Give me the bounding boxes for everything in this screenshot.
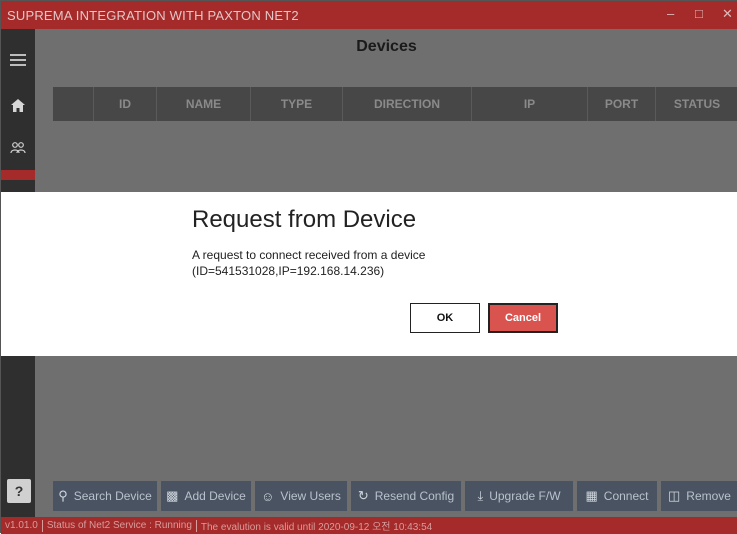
dialog-title: Request from Device [192,206,417,233]
maximize-button[interactable]: □ [695,6,703,21]
upgrade-firmware-button[interactable]: ⤓ Upgrade F/W [465,481,573,511]
page-title: Devices [356,38,417,55]
remove-label: Remove [686,489,731,503]
column-direction[interactable]: DIRECTION [343,87,472,121]
close-button[interactable]: ✕ [722,6,733,22]
menu-icon[interactable] [1,45,35,75]
status-bar: v1.01.0 Status of Net2 Service : Running… [1,517,737,534]
cancel-button[interactable]: Cancel [488,303,558,333]
resend-config-label: Resend Config [374,489,455,503]
device-table-header: ID NAME TYPE DIRECTION IP PORT STATUS [53,87,737,121]
connect-label: Connect [603,489,649,503]
view-users-label: View Users [280,489,341,503]
column-ip[interactable]: IP [472,87,588,121]
dialog-message: A request to connect received from a dev… [192,248,426,262]
service-status-text: Status of Net2 Service : Running [46,520,192,531]
window-title: SUPREMA INTEGRATION WITH PAXTON NET2 [7,8,299,23]
connect-button[interactable]: ▦ Connect [577,481,657,511]
view-users-button[interactable]: ☺ View Users [255,481,347,511]
page-header: Devices [35,29,737,67]
request-dialog: Request from Device A request to connect… [1,192,737,356]
add-device-button[interactable]: ▩ Add Device [161,481,251,511]
sidebar-accent [1,170,35,180]
help-button[interactable]: ? [7,479,31,503]
column-select[interactable] [53,87,94,121]
column-type[interactable]: TYPE [251,87,343,121]
resend-config-button[interactable]: ↻ Resend Config [351,481,461,511]
title-bar: SUPREMA INTEGRATION WITH PAXTON NET2 – □… [1,1,737,29]
ok-button[interactable]: OK [410,303,480,333]
minimize-button[interactable]: – [667,6,674,21]
dialog-device-info: (ID=541531028,IP=192.168.14.236) [192,264,385,278]
app-window: SUPREMA INTEGRATION WITH PAXTON NET2 – □… [0,0,737,534]
column-name[interactable]: NAME [157,87,251,121]
upgrade-firmware-label: Upgrade F/W [489,489,561,503]
search-device-label: Search Device [73,489,152,503]
download-icon: ⤓ [477,488,484,503]
column-status[interactable]: STATUS [656,87,737,121]
search-icon: ⚲ [58,488,68,503]
network-icon: ▦ [585,488,598,503]
device-icon: ▩ [166,488,179,503]
column-id[interactable]: ID [94,87,157,121]
license-validity-text: The evalution is valid until 2020-09-12 … [200,522,433,533]
refresh-icon: ↻ [357,488,369,503]
column-port[interactable]: PORT [588,87,656,121]
remove-button[interactable]: ◫ Remove [661,481,737,511]
users-icon[interactable] [1,133,35,163]
search-device-button[interactable]: ⚲ Search Device [53,481,157,511]
users-icon: ☺ [261,488,275,504]
add-device-label: Add Device [184,489,246,503]
home-icon[interactable] [1,90,35,120]
version-text: v1.01.0 [5,520,38,531]
trash-icon: ◫ [668,488,681,503]
